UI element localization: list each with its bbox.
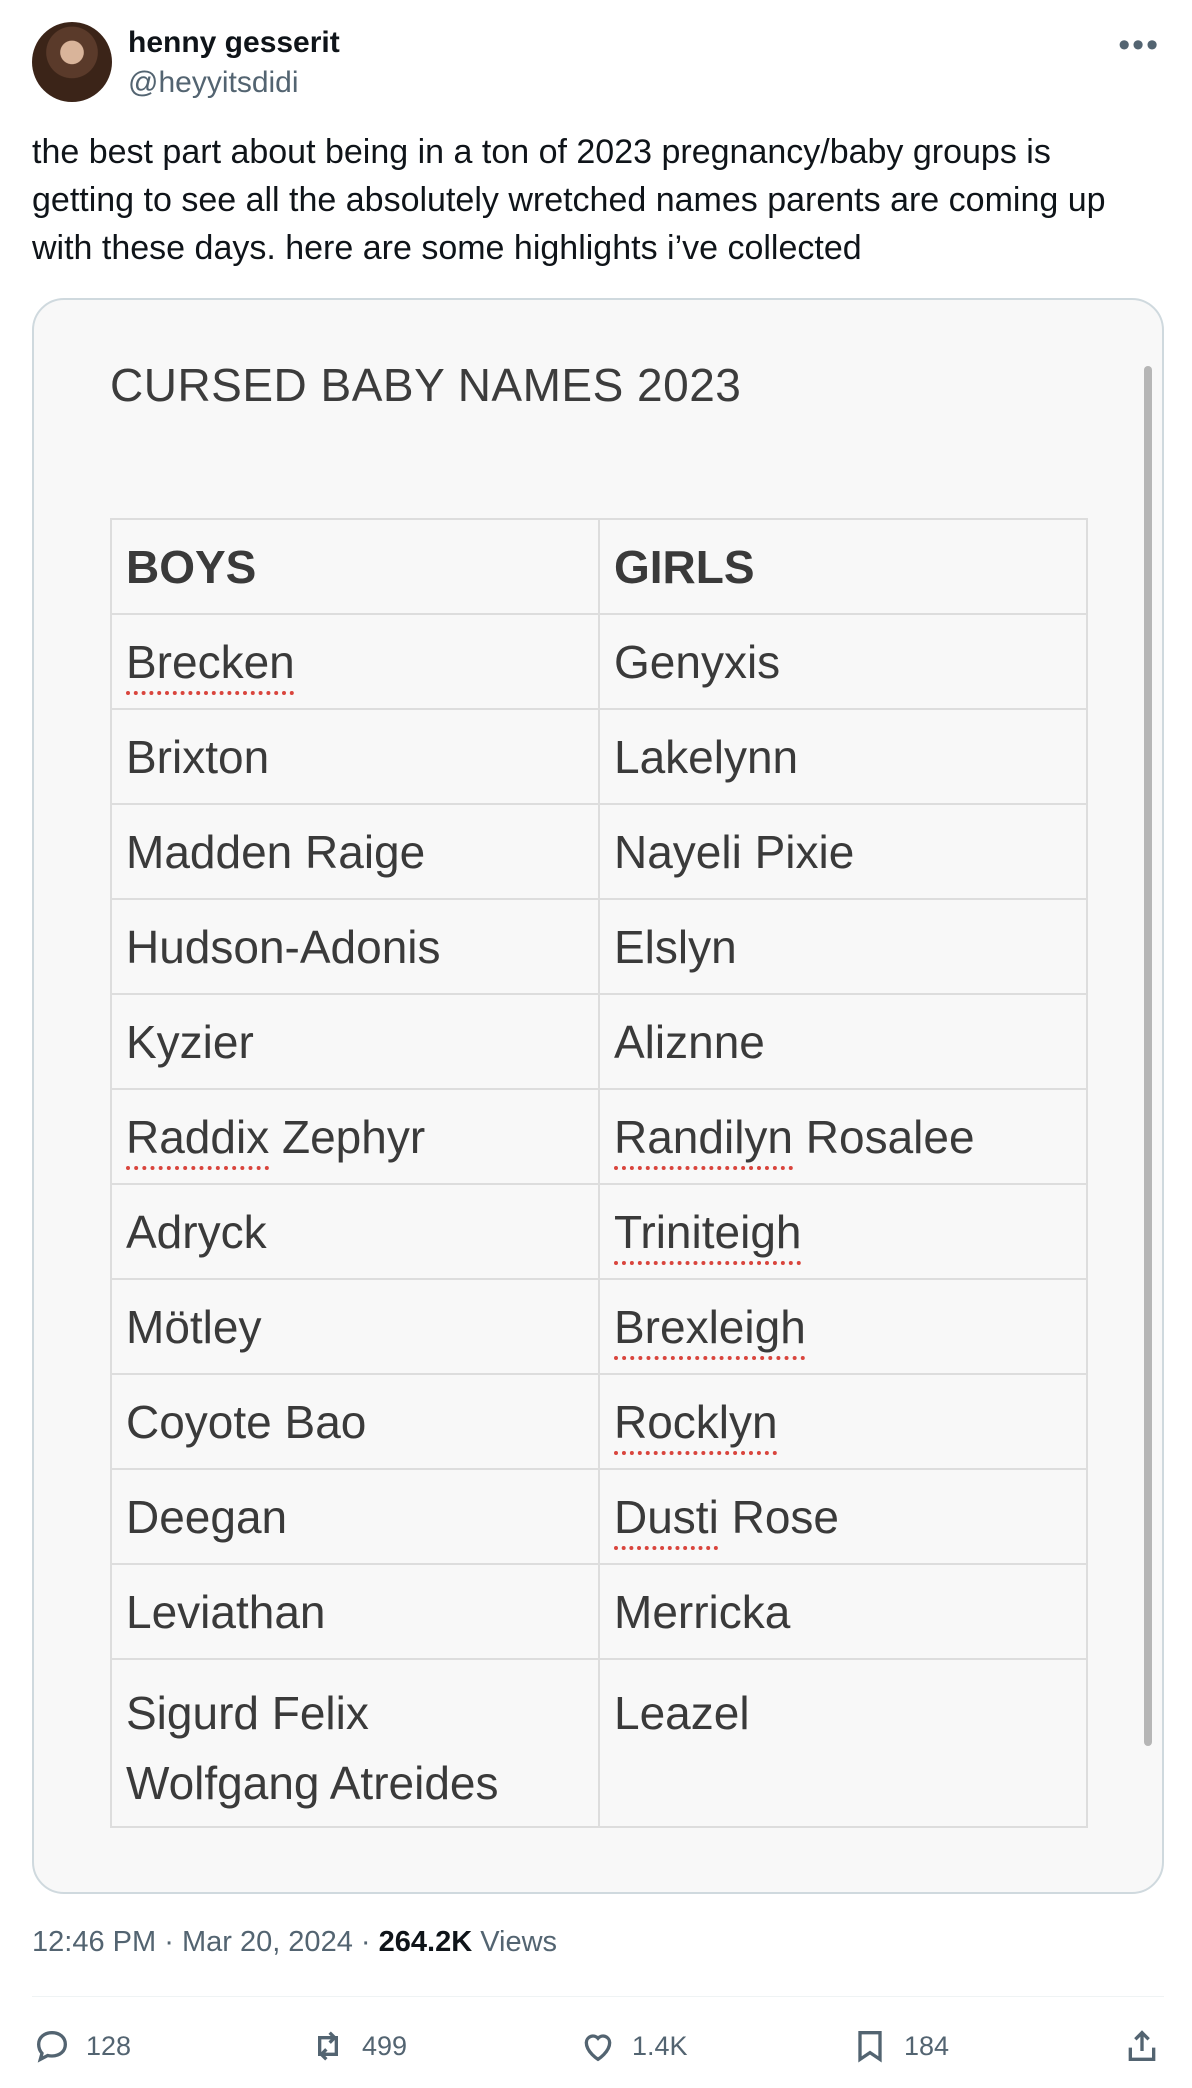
spellcheck-word: Rocklyn: [614, 1395, 778, 1448]
share-icon: [1128, 2030, 1156, 2061]
views-label: Views: [480, 1926, 558, 1958]
boy-name-line: Wolfgang Atreides: [126, 1757, 499, 1809]
boy-name-cell: Leviathan: [110, 1563, 600, 1660]
table-row: Madden Raige Nayeli Pixie: [110, 803, 1088, 900]
table-row: Mötley Brexleigh: [110, 1278, 1088, 1375]
reply-icon: [36, 2030, 68, 2063]
table-row: Kyzier Aliznne: [110, 993, 1088, 1090]
like-count: 1.4K: [632, 2030, 688, 2061]
girl-name-cell: Elslyn: [598, 898, 1088, 995]
column-header-girls: GIRLS: [598, 518, 1088, 615]
tweet-meta: 12:46 PM · Mar 20, 2024 · 264.2K Views: [32, 1926, 557, 1959]
girl-name-cell: Rocklyn: [598, 1373, 1088, 1470]
girl-name-cell: Nayeli Pixie: [598, 803, 1088, 900]
boy-name-cell: Brecken: [110, 613, 600, 710]
more-horizontal-icon[interactable]: •••: [1118, 26, 1160, 65]
boy-name-cell: Madden Raige: [110, 803, 600, 900]
bookmark-count: 184: [904, 2030, 950, 2061]
girl-name-cell: Brexleigh: [598, 1278, 1088, 1375]
girl-name-cell: Merricka: [598, 1563, 1088, 1660]
spellcheck-word: Dusti: [614, 1490, 719, 1543]
boy-name-cell: Adryck: [110, 1183, 600, 1280]
tweet-text: the best part about being in a ton of 20…: [32, 133, 1106, 267]
table-row: Coyote Bao Rocklyn: [110, 1373, 1088, 1470]
girl-name-cell: Dusti Rose: [598, 1468, 1088, 1565]
boy-name-cell: Mötley: [110, 1278, 600, 1375]
spellcheck-word: Raddix: [126, 1110, 270, 1163]
girl-name-cell: Leazel: [598, 1658, 1088, 1828]
author-name[interactable]: henny gesserit: [128, 26, 340, 60]
repost-icon: [318, 2031, 338, 2061]
author-handle[interactable]: @heyyitsdidi: [128, 66, 299, 100]
repost-button[interactable]: 499: [308, 2026, 407, 2066]
boy-name-cell: Hudson-Adonis: [110, 898, 600, 995]
table-row: Brecken Genyxis: [110, 613, 1088, 710]
table-row: Sigurd Felix Wolfgang Atreides Leazel: [110, 1658, 1088, 1828]
names-table: BOYS GIRLS Brecken Genyxis Brixton Lakelynn…: [110, 518, 1088, 1828]
tweet-header: henny gesserit @heyyitsdidi •••: [32, 20, 1164, 104]
spellcheck-word: Brexleigh: [614, 1300, 806, 1353]
scrollbar: [1144, 366, 1152, 1746]
boy-name-cell: Sigurd Felix Wolfgang Atreides: [110, 1658, 600, 1828]
views-count: 264.2K: [378, 1926, 473, 1958]
column-header-boys: BOYS: [110, 518, 600, 615]
reply-button[interactable]: 128: [32, 2026, 131, 2066]
girl-name-cell: Aliznne: [598, 993, 1088, 1090]
tweet-image[interactable]: CURSED BABY NAMES 2023 BOYS GIRLS Brecke…: [32, 298, 1164, 1894]
girl-name-cell: Genyxis: [598, 613, 1088, 710]
like-button[interactable]: 1.4K: [578, 2026, 688, 2066]
spellcheck-word: Randilyn: [614, 1110, 793, 1163]
boy-name-cell: Kyzier: [110, 993, 600, 1090]
meta-separator: ·: [360, 1926, 371, 1958]
boy-name-line: Sigurd Felix: [126, 1687, 369, 1739]
reply-count: 128: [86, 2030, 132, 2061]
share-button[interactable]: [1122, 2026, 1162, 2066]
girl-name-cell: Triniteigh: [598, 1183, 1088, 1280]
names-table-body: Brecken Genyxis Brixton Lakelynn Madden Raig…: [110, 613, 1088, 1828]
table-row: Raddix Zephyr Randilyn Rosalee: [110, 1088, 1088, 1185]
spellcheck-word: Triniteigh: [614, 1205, 802, 1258]
table-row: Leviathan Merricka: [110, 1563, 1088, 1660]
boy-name-cell: Raddix Zephyr: [110, 1088, 600, 1185]
image-title: CURSED BABY NAMES 2023: [110, 359, 742, 411]
table-row: Brixton Lakelynn: [110, 708, 1088, 805]
meta-separator: ·: [164, 1926, 174, 1958]
table-row: Hudson-Adonis Elslyn: [110, 898, 1088, 995]
avatar[interactable]: [32, 22, 112, 102]
divider: [32, 1996, 1164, 1997]
action-bar: 128 499 1.4K 184: [32, 2018, 1164, 2074]
spellcheck-word: Brecken: [126, 635, 295, 688]
bookmark-icon: [858, 2031, 882, 2063]
bookmark-button[interactable]: 184: [850, 2026, 949, 2066]
table-header-row: BOYS GIRLS: [110, 518, 1088, 615]
tweet-date[interactable]: Mar 20, 2024: [182, 1926, 353, 1958]
girl-name-cell: Lakelynn: [598, 708, 1088, 805]
boy-name-cell: Brixton: [110, 708, 600, 805]
table-row: Deegan Dusti Rose: [110, 1468, 1088, 1565]
boy-name-cell: Coyote Bao: [110, 1373, 600, 1470]
heart-icon: [584, 2034, 612, 2062]
girl-name-cell: Randilyn Rosalee: [598, 1088, 1088, 1185]
tweet-time[interactable]: 12:46 PM: [32, 1926, 156, 1958]
boy-name-cell: Deegan: [110, 1468, 600, 1565]
repost-count: 499: [362, 2030, 408, 2061]
table-row: Adryck Triniteigh: [110, 1183, 1088, 1280]
